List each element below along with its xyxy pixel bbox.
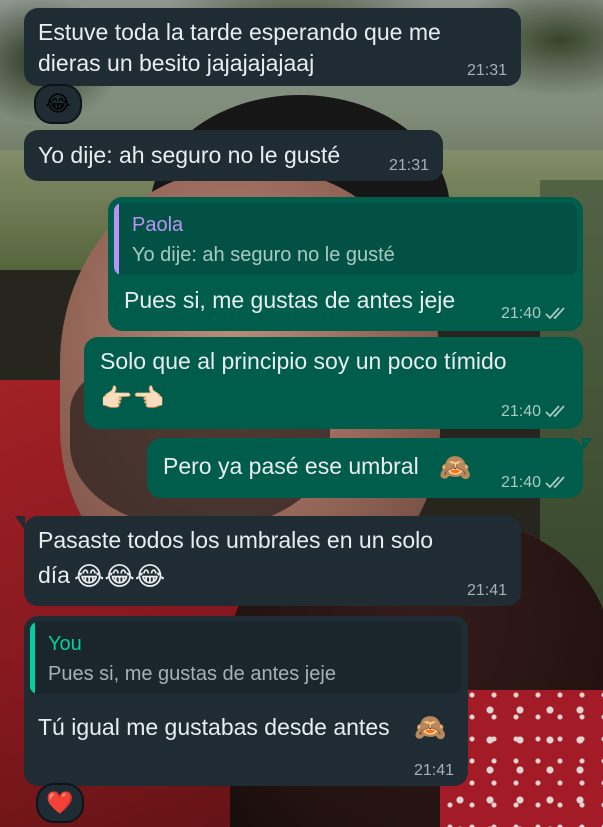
message-text: Tú igual me gustabas desde antes: [38, 714, 390, 740]
message-text: Pues si, me gustas de antes jeje: [124, 287, 456, 313]
message-time: 21:40: [500, 474, 541, 491]
quote-text: Pues si, me gustas de antes jeje: [48, 663, 336, 685]
read-ticks-icon: [545, 405, 565, 418]
message-text: Pasaste todos los umbrales en un solo: [38, 527, 434, 553]
bubble-tail: [582, 438, 592, 452]
quote-author: You: [48, 633, 82, 655]
message-time: 21:41: [413, 762, 454, 779]
see-no-evil-monkey-emoji-icon: 🙈: [439, 452, 472, 482]
message-time: 21:40: [500, 305, 541, 322]
reaction-badge[interactable]: ❤️: [36, 783, 84, 823]
read-ticks-icon: [545, 307, 565, 320]
quote-bar: [30, 622, 35, 694]
message-text: Estuve toda la tarde esperando que me: [38, 19, 441, 45]
message-bubble-outgoing[interactable]: Pero ya pasé ese umbral 🙈 21:40: [147, 438, 592, 498]
heart-emoji-icon: ❤️: [46, 790, 74, 815]
message-text: Solo que al principio soy un poco tímido: [100, 348, 507, 374]
quote-text: Yo dije: ah seguro no le gusté: [132, 244, 395, 266]
message-text: día: [38, 562, 70, 588]
message-time: 21:31: [388, 157, 429, 174]
laughing-emoji-icon: 😂😂😂: [74, 561, 166, 591]
message-time: 21:31: [466, 62, 507, 79]
message-time: 21:40: [500, 403, 541, 420]
quote-bar: [114, 203, 119, 275]
pointing-hands-emoji-icon: 👉🏻👈🏻: [100, 383, 165, 413]
message-bubble-outgoing[interactable]: Solo que al principio soy un poco tímido…: [84, 337, 583, 429]
message-bubble-incoming[interactable]: Pasaste todos los umbrales en un solo dí…: [15, 516, 521, 606]
reaction-badge[interactable]: 😂: [34, 84, 82, 124]
read-ticks-icon: [545, 476, 565, 489]
message-bubble-outgoing[interactable]: Paola Yo dije: ah seguro no le gusté Pue…: [108, 197, 583, 331]
message-time: 21:41: [466, 582, 507, 599]
message-bubble-incoming[interactable]: Estuve toda la tarde esperando que me di…: [24, 8, 521, 86]
message-bubble-incoming[interactable]: You Pues si, me gustas de antes jeje Tú …: [24, 616, 468, 786]
message-text: Yo dije: ah seguro no le gusté: [38, 142, 341, 168]
quote-author: Paola: [132, 214, 184, 236]
message-bubble-incoming[interactable]: Yo dije: ah seguro no le gusté 21:31: [24, 130, 443, 181]
see-no-evil-monkey-emoji-icon: 🙈: [414, 712, 447, 742]
quoted-message[interactable]: Paola Yo dije: ah seguro no le gusté: [114, 203, 577, 275]
quoted-message[interactable]: You Pues si, me gustas de antes jeje: [30, 622, 462, 694]
bubble-tail: [15, 516, 25, 530]
laughing-emoji-icon: 😂: [45, 91, 71, 116]
message-text: dieras un besito jajajajajaaj: [38, 50, 315, 76]
message-text: Pero ya pasé ese umbral: [163, 453, 419, 479]
